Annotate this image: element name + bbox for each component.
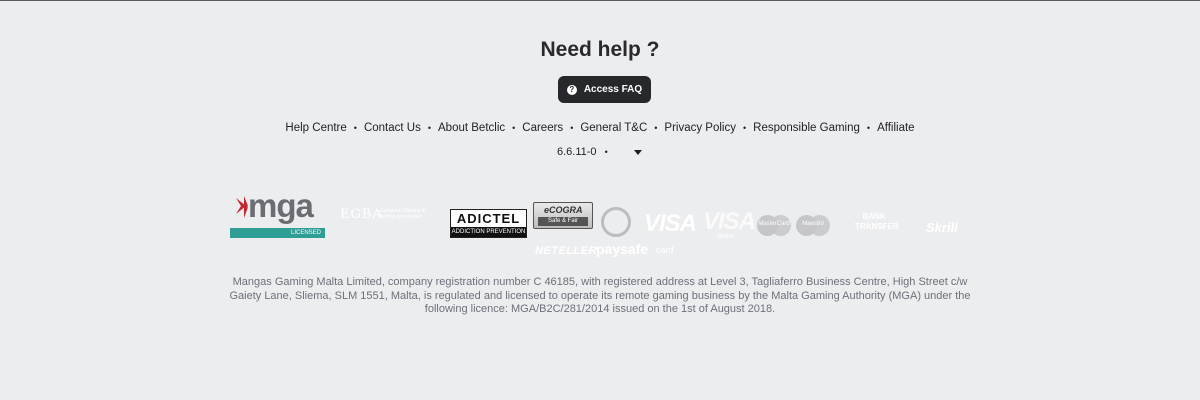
separator-dot: •: [570, 123, 574, 133]
separator-dot: •: [742, 123, 747, 133]
mga-licensed-label: LICENSED: [230, 228, 325, 238]
link-contact-us[interactable]: Contact Us: [364, 122, 421, 134]
access-faq-button[interactable]: ? Access FAQ: [558, 76, 651, 103]
visa-electron-logo: VISA: [644, 210, 697, 237]
neteller-logo: NETELLER: [535, 245, 598, 257]
access-faq-label: Access FAQ: [583, 84, 643, 95]
mga-logo-text: mga: [248, 187, 314, 224]
link-about-betclic[interactable]: About Betclic: [438, 122, 505, 134]
egba-logo: EGBA European Gaming & Betting Associati…: [340, 205, 438, 225]
top-divider: [0, 0, 1200, 1]
skrill-logo: Skrill: [926, 220, 958, 235]
maestro-logo-text: Maestro: [802, 221, 824, 227]
adictel-logo-text: ADICTEL: [456, 211, 521, 226]
footer-links: Help Centre • Contact Us • About Betclic…: [0, 122, 1200, 134]
visa-logo-subtext: Electron: [717, 234, 734, 240]
separator-dot: •: [353, 123, 357, 133]
separator-dot: •: [654, 123, 658, 133]
bank-transfer-logo: BANK TRANSFER: [855, 212, 899, 231]
maestro-logo: Maestro: [796, 215, 830, 236]
separator-dot: •: [427, 123, 431, 133]
help-heading: Need help ?: [540, 38, 660, 61]
link-general-tc[interactable]: General T&C: [580, 122, 647, 134]
link-help-centre[interactable]: Help Centre: [285, 122, 346, 134]
separator-dot: •: [512, 123, 516, 133]
separator-dot: •: [604, 147, 608, 157]
ecogra-logo-text: eCOGRA: [544, 205, 583, 215]
version-row: 6.6.11-0 •: [557, 145, 642, 159]
ecogra-logo-subtext: Safe & Fair: [538, 217, 588, 226]
visa-logo: VISA Electron: [703, 208, 756, 240]
egba-logo-subtext: European Gaming & Betting Association: [380, 208, 426, 220]
link-affiliate[interactable]: Affiliate: [877, 122, 915, 134]
version-number: 6.6.11-0: [557, 146, 597, 158]
ecogra-logo: eCOGRA Safe & Fair: [533, 202, 593, 229]
mga-logo: mga LICENSED: [230, 187, 325, 238]
adictel-logo-subtext: ADDICTION PREVENTION: [451, 227, 526, 237]
visa-logo-text: VISA: [703, 208, 756, 235]
paysafecard-logo: paysafe: [596, 241, 649, 257]
link-responsible-gaming[interactable]: Responsible Gaming: [753, 122, 860, 134]
adictel-logo: ADICTEL ADDICTION PREVENTION: [450, 209, 527, 238]
paysafecard-logo-subtext: card: [656, 245, 674, 255]
age-restriction-icon: [601, 207, 631, 237]
egba-logo-text: EGBA: [340, 207, 383, 222]
legal-notice: Mangas Gaming Malta Limited, company reg…: [229, 276, 971, 315]
mastercard-logo-text: MasterCard: [758, 221, 790, 227]
mastercard-logo: MasterCard: [757, 215, 791, 236]
question-icon: ?: [566, 84, 577, 95]
link-privacy-policy[interactable]: Privacy Policy: [664, 122, 736, 134]
chevron-down-icon[interactable]: [633, 149, 642, 155]
link-careers[interactable]: Careers: [522, 122, 563, 134]
separator-dot: •: [866, 123, 871, 133]
